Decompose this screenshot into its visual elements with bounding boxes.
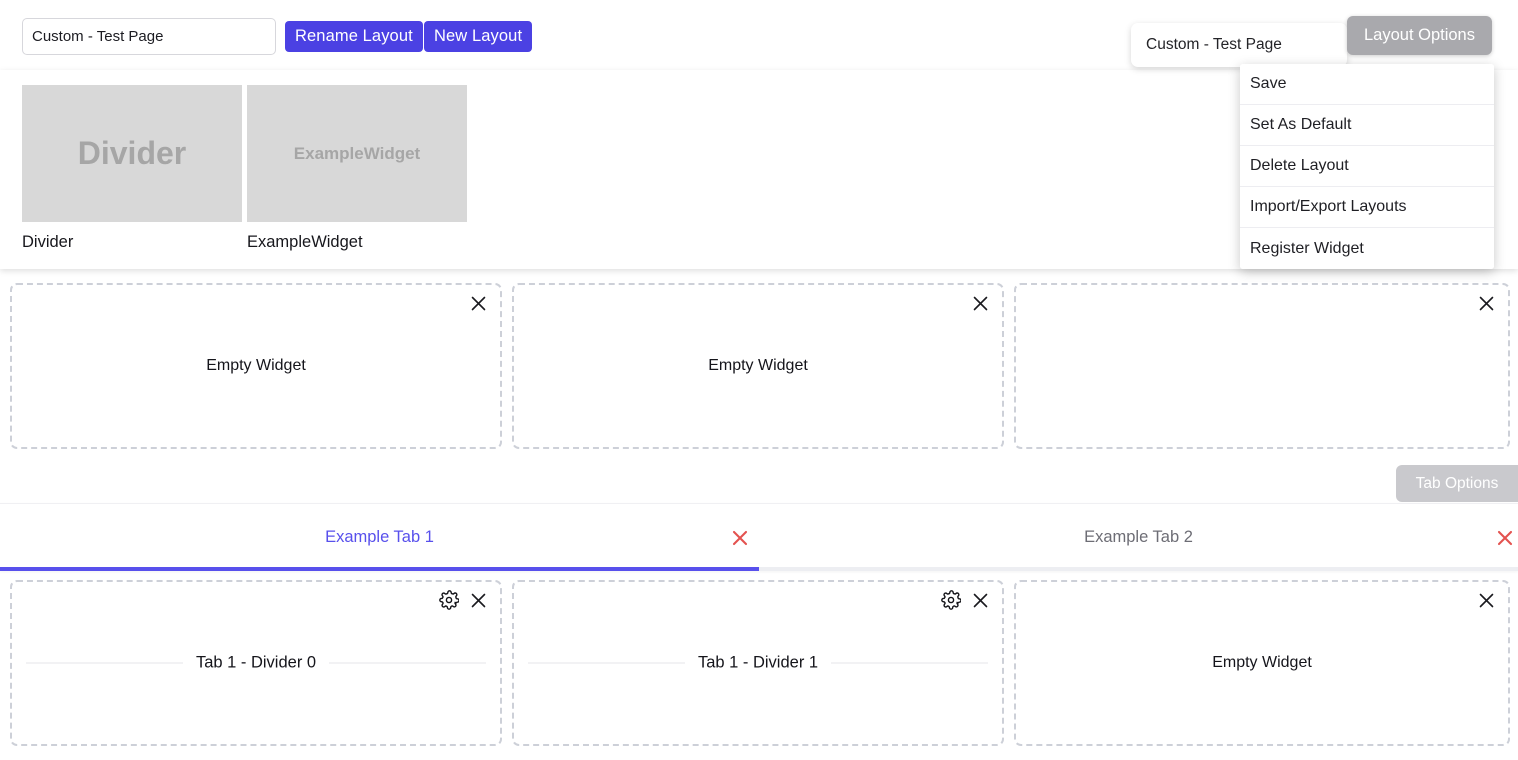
palette-item-divider[interactable]: Divider Divider [22, 85, 242, 252]
divider-label: Tab 1 - Divider 0 [195, 653, 317, 672]
divider-label: Tab 1 - Divider 1 [697, 653, 819, 672]
tab-example-tab-2[interactable]: Example Tab 2 [759, 504, 1518, 571]
widget-slot[interactable] [1014, 283, 1510, 449]
menu-item-import-export-layouts[interactable]: Import/Export Layouts [1240, 187, 1494, 228]
layout-options-button[interactable]: Layout Options [1347, 16, 1492, 55]
palette-thumbnail: ExampleWidget [247, 85, 467, 222]
widget-slot[interactable]: Tab 1 - Divider 0 [10, 580, 502, 746]
widget-toolbar [439, 590, 488, 610]
tab-label: Example Tab 2 [1084, 528, 1193, 546]
close-icon[interactable] [468, 293, 488, 313]
top-toolbar: Rename Layout New Layout Custom - Test P… [0, 0, 1518, 72]
widget-toolbar [970, 293, 990, 313]
current-layout-chip[interactable]: Custom - Test Page [1131, 23, 1347, 67]
tab-label: Example Tab 1 [325, 528, 434, 546]
tab-bar: Example Tab 1 Example Tab 2 [0, 503, 1518, 571]
close-icon[interactable] [1476, 590, 1496, 610]
divider-line-left [528, 662, 685, 664]
close-icon[interactable] [970, 590, 990, 610]
rename-layout-button[interactable]: Rename Layout [285, 21, 423, 52]
close-icon[interactable] [729, 527, 751, 549]
current-layout-label: Custom - Test Page [1146, 36, 1282, 53]
widget-empty-label: Empty Widget [1212, 654, 1312, 671]
menu-item-label: Register Widget [1250, 239, 1364, 257]
divider-line-right [329, 662, 487, 664]
widget-toolbar [1476, 590, 1496, 610]
tab-example-tab-1[interactable]: Example Tab 1 [0, 504, 759, 571]
widget-empty-label: Empty Widget [206, 357, 306, 374]
new-layout-button[interactable]: New Layout [424, 21, 533, 52]
gear-icon[interactable] [439, 590, 459, 610]
top-widget-row: Empty Widget Empty Widget [0, 283, 1518, 449]
close-icon[interactable] [970, 293, 990, 313]
widget-slot[interactable]: Empty Widget [1014, 580, 1510, 746]
layout-options-menu: Save Set As Default Delete Layout Import… [1240, 64, 1494, 269]
menu-item-save[interactable]: Save [1240, 64, 1494, 105]
tab-options-button[interactable]: Tab Options [1396, 465, 1518, 502]
menu-item-register-widget[interactable]: Register Widget [1240, 228, 1494, 269]
menu-item-label: Delete Layout [1250, 157, 1349, 174]
divider-content: Tab 1 - Divider 1 [528, 653, 989, 673]
close-icon[interactable] [1494, 527, 1516, 549]
palette-item-caption: ExampleWidget [247, 233, 363, 251]
widget-slot[interactable]: Empty Widget [10, 283, 502, 449]
menu-item-set-as-default[interactable]: Set As Default [1240, 105, 1494, 146]
palette-thumbnail-text: Divider [77, 135, 187, 171]
widget-empty-label: Empty Widget [708, 357, 808, 374]
divider-line-left [26, 662, 183, 664]
menu-item-label: Save [1250, 75, 1287, 92]
close-icon[interactable] [1476, 293, 1496, 313]
palette-thumbnail-text: ExampleWidget [293, 143, 421, 163]
menu-item-label: Set As Default [1250, 116, 1352, 133]
palette-item-examplewidget[interactable]: ExampleWidget ExampleWidget [247, 85, 467, 252]
widget-toolbar [468, 293, 488, 313]
divider-content: Tab 1 - Divider 0 [26, 653, 487, 673]
widget-slot[interactable]: Empty Widget [512, 283, 1004, 449]
widget-slot[interactable]: Tab 1 - Divider 1 [512, 580, 1004, 746]
menu-item-label: Import/Export Layouts [1250, 198, 1407, 215]
close-icon[interactable] [468, 590, 488, 610]
gear-icon[interactable] [941, 590, 961, 610]
palette-item-caption: Divider [22, 233, 74, 251]
palette-thumbnail: Divider [22, 85, 242, 222]
menu-item-delete-layout[interactable]: Delete Layout [1240, 146, 1494, 187]
layout-name-input[interactable] [22, 18, 276, 55]
divider-line-right [831, 662, 989, 664]
widget-toolbar [941, 590, 990, 610]
tab-widget-row: Tab 1 - Divider 0 Tab 1 - Divider 1 Empt… [0, 580, 1518, 746]
widget-toolbar [1476, 293, 1496, 313]
